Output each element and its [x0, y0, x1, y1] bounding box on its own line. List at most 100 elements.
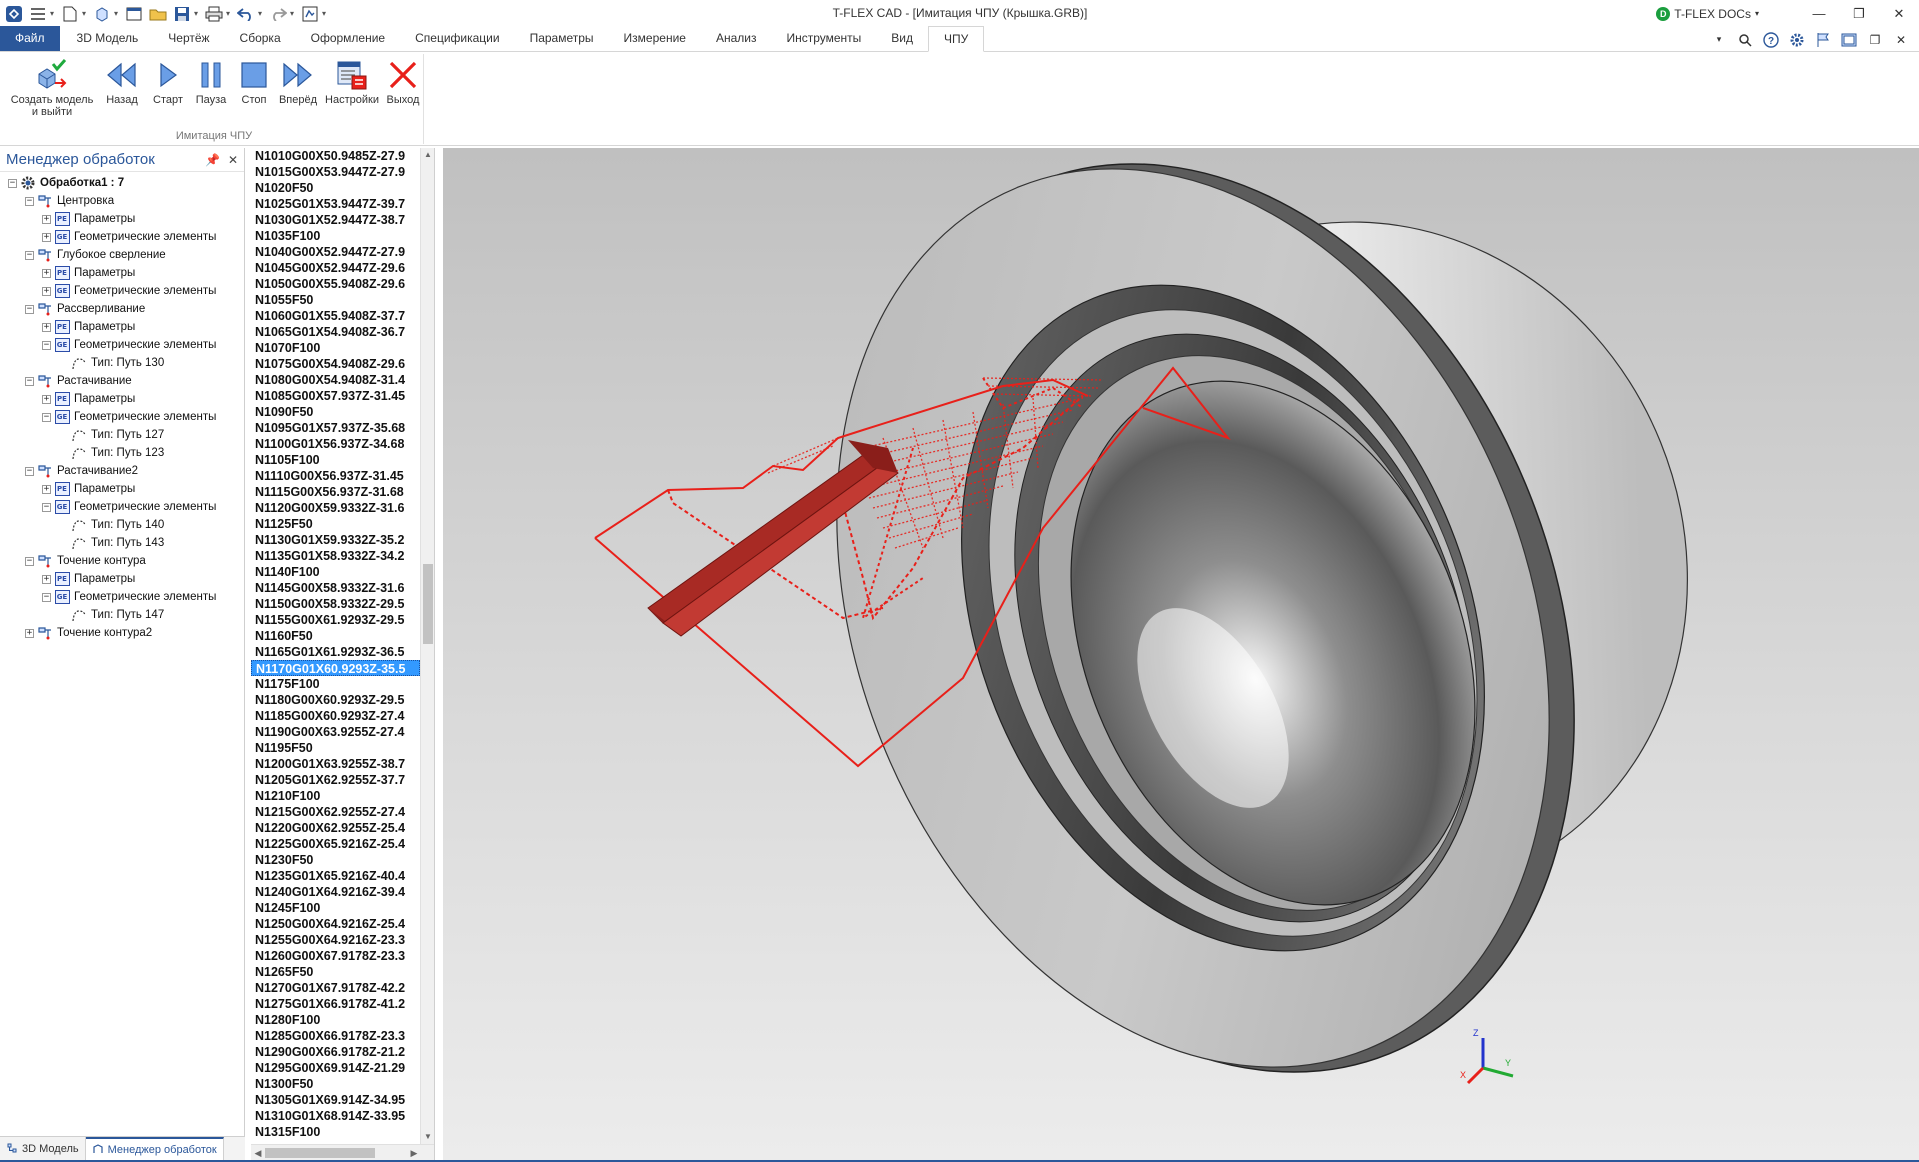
- layout-icon[interactable]: [1841, 32, 1857, 48]
- gcode-line[interactable]: N1130G01X59.9332Z-35.2: [251, 532, 420, 548]
- bottom-tab-3d-model[interactable]: 3D Модель: [0, 1137, 86, 1161]
- chevron-down-icon[interactable]: ▾: [112, 9, 120, 18]
- gcode-line[interactable]: N1020F50: [251, 180, 420, 196]
- tree-node[interactable]: Тип: Путь 140: [0, 516, 244, 534]
- tree-node[interactable]: − GE Геометрические элементы: [0, 498, 244, 516]
- open-folder-icon[interactable]: [148, 4, 168, 24]
- tree-node[interactable]: + GE Геометрические элементы: [0, 228, 244, 246]
- tree-node[interactable]: Тип: Путь 123: [0, 444, 244, 462]
- tree-node[interactable]: Тип: Путь 143: [0, 534, 244, 552]
- gcode-line[interactable]: N1255G00X64.9216Z-23.3: [251, 932, 420, 948]
- gcode-line[interactable]: N1265F50: [251, 964, 420, 980]
- tab-view[interactable]: Вид: [876, 26, 928, 51]
- horizontal-scrollbar[interactable]: ◀ ▶: [251, 1144, 434, 1160]
- save-icon[interactable]: [172, 4, 192, 24]
- chevron-down-icon[interactable]: ▾: [224, 9, 232, 18]
- collapse-icon[interactable]: −: [42, 340, 51, 350]
- gcode-line[interactable]: N1050G00X55.9408Z-29.6: [251, 276, 420, 292]
- gcode-list[interactable]: N1010G00X50.9485Z-27.9 N1015G00X53.9447Z-…: [251, 148, 435, 1160]
- chevron-down-icon[interactable]: ▾: [48, 9, 56, 18]
- gcode-line[interactable]: N1215G00X62.9255Z-27.4: [251, 804, 420, 820]
- collapse-icon[interactable]: −: [42, 502, 51, 512]
- gcode-line[interactable]: N1140F100: [251, 564, 420, 580]
- gcode-line[interactable]: N1055F50: [251, 292, 420, 308]
- gcode-line[interactable]: N1160F50: [251, 628, 420, 644]
- gcode-line[interactable]: N1035F100: [251, 228, 420, 244]
- gcode-line[interactable]: N1175F100: [251, 676, 420, 692]
- gcode-line[interactable]: N1240G01X64.9216Z-39.4: [251, 884, 420, 900]
- pause-button[interactable]: Пауза: [191, 58, 231, 124]
- gear-icon[interactable]: [1789, 32, 1805, 48]
- gcode-line[interactable]: N1235G01X65.9216Z-40.4: [251, 868, 420, 884]
- docs-button[interactable]: D T-FLEX DOCs ▾: [1656, 6, 1759, 21]
- gcode-line[interactable]: N1065G01X54.9408Z-36.7: [251, 324, 420, 340]
- undo-icon[interactable]: [236, 4, 256, 24]
- collapse-icon[interactable]: −: [42, 412, 51, 422]
- collapse-icon[interactable]: −: [25, 466, 34, 476]
- gcode-line[interactable]: N1195F50: [251, 740, 420, 756]
- chevron-down-icon[interactable]: ▾: [1711, 32, 1727, 48]
- forward-button[interactable]: Вперёд: [276, 58, 320, 124]
- gcode-line[interactable]: N1110G00X56.937Z-31.45: [251, 468, 420, 484]
- tree-node[interactable]: + PE Параметры: [0, 390, 244, 408]
- gcode-line[interactable]: N1015G00X53.9447Z-27.9: [251, 164, 420, 180]
- 3d-viewport[interactable]: Z Y X: [443, 148, 1919, 1160]
- pin-icon[interactable]: 📌: [205, 153, 220, 167]
- gcode-line[interactable]: N1135G01X58.9332Z-34.2: [251, 548, 420, 564]
- gcode-line[interactable]: N1075G00X54.9408Z-29.6: [251, 356, 420, 372]
- tree-node[interactable]: + PE Параметры: [0, 318, 244, 336]
- flag-icon[interactable]: [1815, 32, 1831, 48]
- close-icon[interactable]: ✕: [1893, 32, 1909, 48]
- tab-cnc[interactable]: ЧПУ: [928, 26, 985, 52]
- gcode-line[interactable]: N1290G00X66.9178Z-21.2: [251, 1044, 420, 1060]
- minimize-icon[interactable]: —: [1799, 0, 1839, 27]
- gcode-line[interactable]: N1125F50: [251, 516, 420, 532]
- gcode-line[interactable]: N1200G01X63.9255Z-38.7: [251, 756, 420, 772]
- exit-button[interactable]: Выход: [384, 58, 422, 124]
- gcode-line[interactable]: N1090F50: [251, 404, 420, 420]
- tree-node[interactable]: + PE Параметры: [0, 480, 244, 498]
- tab-assembly[interactable]: Сборка: [225, 26, 296, 51]
- window-icon[interactable]: [124, 4, 144, 24]
- scroll-right-icon[interactable]: ▶: [407, 1145, 421, 1160]
- gcode-line[interactable]: N1025G01X53.9447Z-39.7: [251, 196, 420, 212]
- vertical-scrollbar[interactable]: ▲ ▼: [420, 148, 434, 1144]
- tree-node[interactable]: + PE Параметры: [0, 570, 244, 588]
- chevron-down-icon[interactable]: ▾: [288, 9, 296, 18]
- gcode-line[interactable]: N1045G00X52.9447Z-29.6: [251, 260, 420, 276]
- tab-parameters[interactable]: Параметры: [515, 26, 609, 51]
- gcode-line[interactable]: N1080G00X54.9408Z-31.4: [251, 372, 420, 388]
- gcode-line[interactable]: N1100G01X56.937Z-34.68: [251, 436, 420, 452]
- restore-icon[interactable]: ❐: [1867, 32, 1883, 48]
- tab-specifications[interactable]: Спецификации: [400, 26, 514, 51]
- scroll-left-icon[interactable]: ◀: [251, 1145, 265, 1160]
- bottom-tab-operations-manager[interactable]: Менеджер обработок: [85, 1137, 224, 1161]
- tree-node[interactable]: − Точение контура: [0, 552, 244, 570]
- new-file-icon[interactable]: [60, 4, 80, 24]
- gcode-line[interactable]: N1085G00X57.937Z-31.45: [251, 388, 420, 404]
- tree-node[interactable]: + PE Параметры: [0, 210, 244, 228]
- gcode-line[interactable]: N1155G00X61.9293Z-29.5: [251, 612, 420, 628]
- gcode-line[interactable]: N1120G00X59.9332Z-31.6: [251, 500, 420, 516]
- gcode-line[interactable]: N1250G00X64.9216Z-25.4: [251, 916, 420, 932]
- gcode-line[interactable]: N1185G00X60.9293Z-27.4: [251, 708, 420, 724]
- settings-button[interactable]: Настройки: [322, 58, 382, 124]
- gcode-line[interactable]: N1010G00X50.9485Z-27.9: [251, 148, 420, 164]
- tree-node[interactable]: Тип: Путь 147: [0, 606, 244, 624]
- tab-analysis[interactable]: Анализ: [701, 26, 772, 51]
- gcode-line[interactable]: N1190G00X63.9255Z-27.4: [251, 724, 420, 740]
- tree-node[interactable]: − Центровка: [0, 192, 244, 210]
- tree-node[interactable]: − Растачивание2: [0, 462, 244, 480]
- restore-icon[interactable]: ❐: [1839, 0, 1879, 27]
- close-icon[interactable]: ✕: [1879, 0, 1919, 27]
- stop-button[interactable]: Стоп: [234, 58, 274, 124]
- gcode-line[interactable]: N1115G00X56.937Z-31.68: [251, 484, 420, 500]
- scroll-up-icon[interactable]: ▲: [421, 148, 434, 162]
- chevron-down-icon[interactable]: ▾: [320, 9, 328, 18]
- new-3d-icon[interactable]: [92, 4, 112, 24]
- gcode-line[interactable]: N1205G01X62.9255Z-37.7: [251, 772, 420, 788]
- gcode-line[interactable]: N1170G01X60.9293Z-35.5: [251, 660, 420, 676]
- expand-icon[interactable]: +: [42, 232, 51, 242]
- tab-3d-model[interactable]: 3D Модель: [62, 26, 154, 51]
- gcode-line[interactable]: N1315F100: [251, 1124, 420, 1140]
